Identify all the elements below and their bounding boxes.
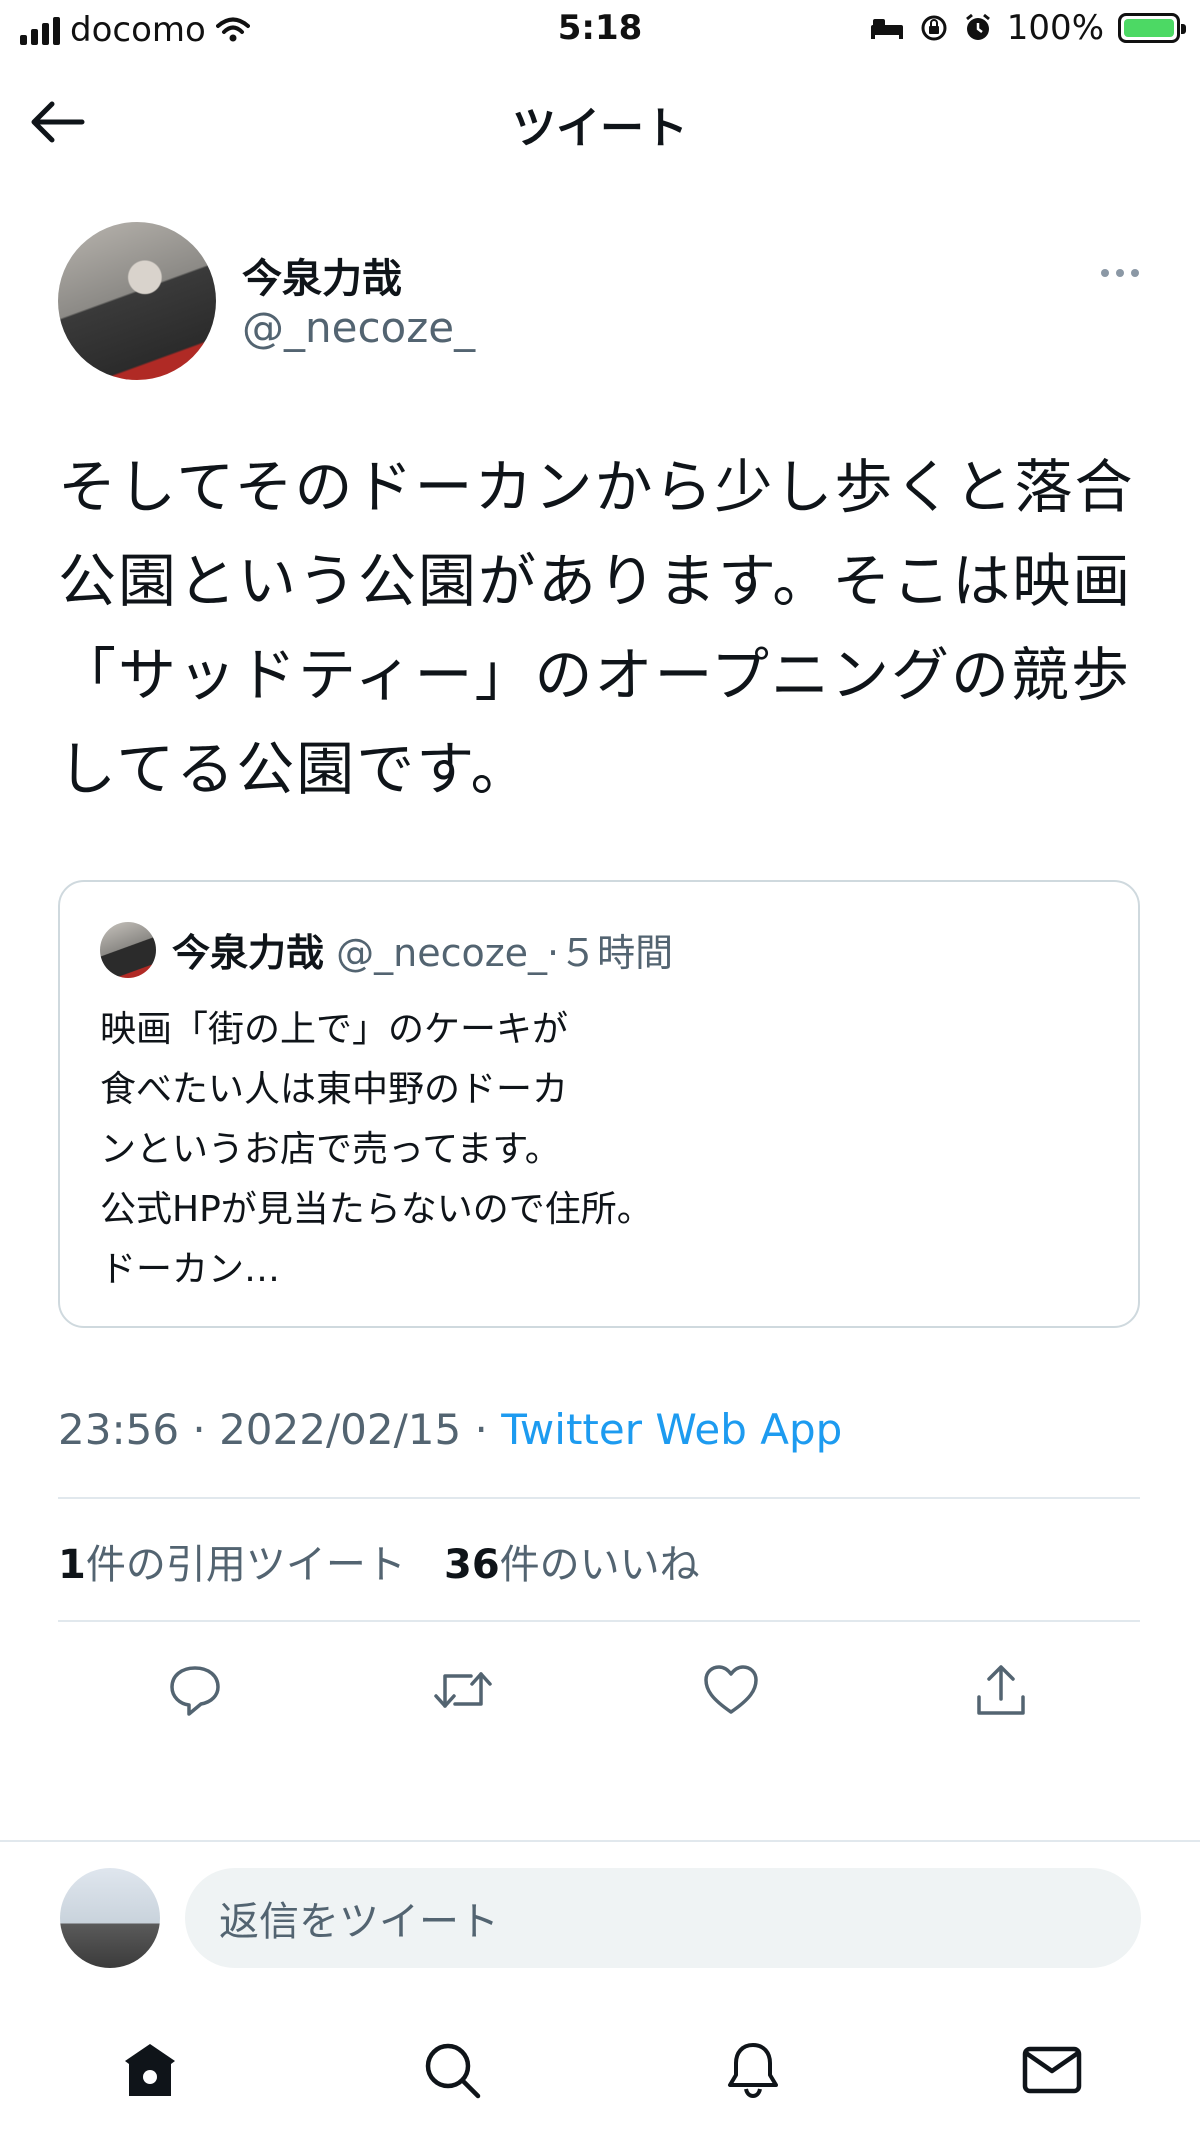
heart-icon [704,1665,758,1714]
quoted-text-line: ドーカン… [100,1249,281,1290]
reply-button[interactable] [155,1650,235,1730]
likes-link[interactable]: 36件のいいね [444,1542,700,1588]
alarm-icon [965,13,990,40]
quoted-text-line: 公式HPが見当たらないので住所。 [100,1189,653,1230]
nav-search[interactable] [412,2030,492,2110]
share-button[interactable] [961,1650,1041,1730]
quoted-text-line: ンというお店で売ってます。 [100,1129,561,1170]
quoted-text-line: 映画「街の上で」のケーキが [100,1009,569,1050]
author-name[interactable]: 今泉力哉 [242,246,402,304]
timestamp-text: 23:56 · 2022/02/15 · [58,1405,502,1454]
quoted-author-avatar [100,922,156,978]
home-icon [125,2044,175,2096]
more-dot-icon [1116,269,1124,277]
tweet-text: そしてそのドーカンから少し歩くと落合公園という公園があります。そこは映画「サッド… [58,453,1135,803]
status-bar: docomo 5:18 100% [0,0,1200,62]
user-avatar[interactable] [60,1868,160,1968]
tweet-timestamp: 23:56 · 2022/02/15 · Twitter Web App [58,1405,842,1454]
quoted-author-handle: @_necoze_ [336,931,548,975]
bottom-nav [0,2010,1200,2120]
mail-icon [1022,2046,1082,2094]
battery-icon [1118,13,1186,43]
rotation-lock-icon [921,15,947,41]
battery-percent: 100% [1006,8,1104,48]
search-icon [425,2043,481,2099]
like-count: 36 [444,1542,500,1588]
quoted-text-line: 食べたい人は東中野のドーカ [100,1069,569,1110]
tweet-actions [58,1650,1140,1730]
quote-tweets-link[interactable]: 1件の引用ツイート [58,1542,406,1588]
author-handle[interactable]: @_necoze_ [242,303,475,352]
share-icon [977,1665,1025,1715]
reply-bar: 返信をツイート [0,1840,1200,1982]
retweet-icon [434,1672,492,1708]
reply-input[interactable]: 返信をツイート [185,1868,1141,1968]
source-link[interactable]: Twitter Web App [501,1405,842,1454]
quoted-tweet-text: 映画「街の上で」のケーキが 食べたい人は東中野のドーカ ンというお店で売ってます… [100,1000,800,1300]
nav-home[interactable] [110,2030,190,2110]
divider [58,1497,1140,1499]
page-title: ツイート [512,103,688,154]
header: ツイート [0,62,1200,182]
status-right: 100% [869,8,1186,48]
quoted-time-ago: ·５時間 [547,931,674,975]
quote-label: 件の引用ツイート [85,1542,406,1588]
nav-notifications[interactable] [713,2030,793,2110]
quoted-tweet-header: 今泉力哉 @_necoze_·５時間 [172,922,673,977]
reply-icon [170,1666,220,1716]
quote-count: 1 [58,1542,86,1588]
quoted-tweet-card[interactable]: 今泉力哉 @_necoze_·５時間 映画「街の上で」のケーキが 食べたい人は東… [58,880,1140,1328]
like-button[interactable] [691,1650,771,1730]
divider [58,1620,1140,1622]
more-dot-icon [1131,269,1139,277]
nav-messages[interactable] [1012,2030,1092,2110]
like-label: 件のいいね [499,1542,700,1588]
sleep-mode-icon [870,19,903,39]
quoted-author-name: 今泉力哉 [172,931,325,975]
more-dot-icon [1101,269,1109,277]
retweet-button[interactable] [423,1650,503,1730]
author-avatar[interactable] [58,222,216,380]
tweet-stats: 1件の引用ツイート 36件のいいね [58,1532,700,1590]
more-options-button[interactable] [1090,258,1150,288]
bell-icon [728,2043,778,2099]
